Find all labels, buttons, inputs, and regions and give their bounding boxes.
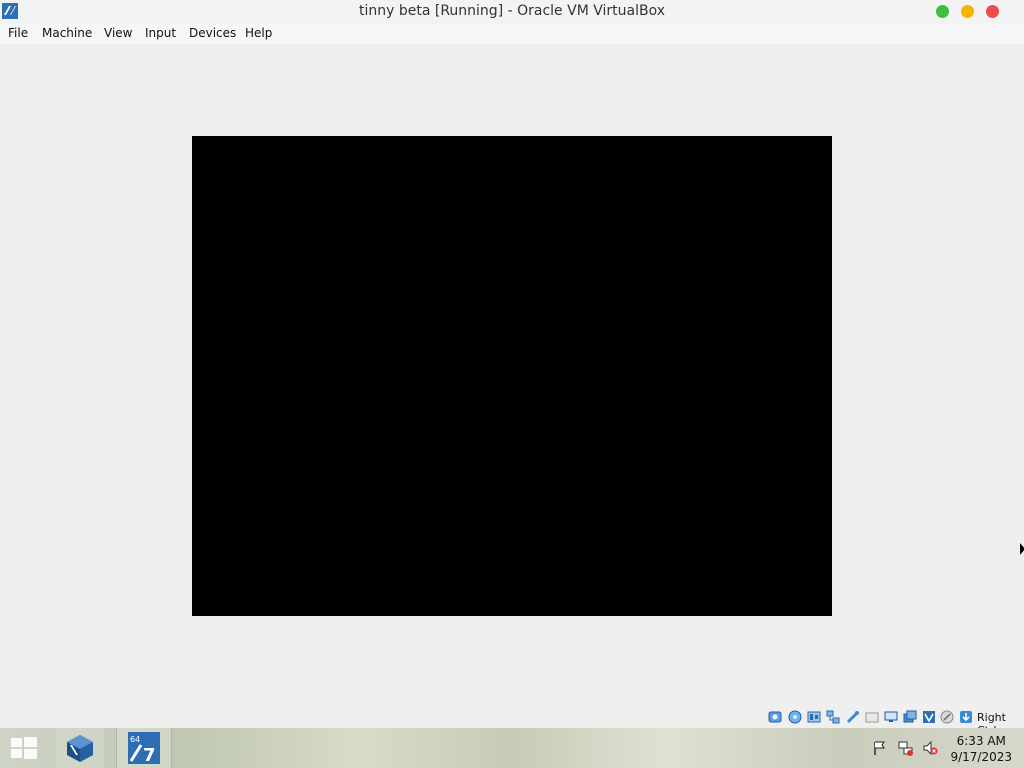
- svg-text:64: 64: [130, 735, 140, 744]
- virtualbox-cube-icon: [67, 735, 93, 762]
- maximize-button[interactable]: [961, 5, 974, 18]
- hard-disk-icon[interactable]: [768, 710, 782, 724]
- shared-folders-icon[interactable]: [865, 710, 879, 724]
- window-title: tinny beta [Running] - Oracle VM Virtual…: [358, 3, 665, 19]
- menu-file[interactable]: File: [8, 26, 28, 40]
- menu-help[interactable]: Help: [245, 26, 272, 40]
- network-icon[interactable]: [898, 740, 914, 756]
- close-button[interactable]: [986, 5, 999, 18]
- clock-date: 9/17/2023: [950, 750, 1012, 764]
- seven-zip-icon: 64 7: [128, 732, 160, 765]
- vm-status-bar: Right Ctrl: [0, 706, 1024, 737]
- mouse-cursor-icon: [1020, 543, 1024, 555]
- start-button[interactable]: [0, 728, 50, 768]
- usb-icon[interactable]: [846, 710, 860, 724]
- windows-taskbar: 64 7 6:33 AM 9/17/2023: [0, 728, 1024, 768]
- window-titlebar[interactable]: tinny beta [Running] - Oracle VM Virtual…: [0, 0, 1024, 24]
- optical-drive-icon[interactable]: [788, 710, 802, 724]
- virtualbox-taskbar-button[interactable]: [56, 728, 104, 768]
- windows-logo-icon: [11, 737, 37, 759]
- seven-zip-taskbar-button[interactable]: 64 7: [116, 728, 172, 768]
- menu-bar: File Machine View Input Devices Help: [0, 24, 1024, 44]
- vm-guest-screen[interactable]: [192, 136, 832, 616]
- volume-muted-icon[interactable]: [922, 740, 938, 756]
- virtualization-icon[interactable]: [922, 710, 936, 724]
- menu-input[interactable]: Input: [145, 26, 176, 40]
- video-capture-icon[interactable]: [903, 710, 917, 724]
- menu-view[interactable]: View: [104, 26, 132, 40]
- menu-devices[interactable]: Devices: [189, 26, 236, 40]
- action-center-flag-icon[interactable]: [872, 740, 888, 756]
- clock-time: 6:33 AM: [956, 734, 1006, 748]
- svg-text:7: 7: [143, 745, 156, 765]
- audio-icon[interactable]: [807, 710, 821, 724]
- display-icon[interactable]: [884, 710, 898, 724]
- network-icon[interactable]: [826, 710, 840, 724]
- mouse-integration-icon[interactable]: [940, 710, 954, 724]
- keyboard-capture-icon[interactable]: [959, 710, 973, 724]
- menu-machine[interactable]: Machine: [42, 26, 92, 40]
- taskbar-clock[interactable]: 6:33 AM 9/17/2023: [950, 733, 1012, 765]
- minimize-button[interactable]: [936, 5, 949, 18]
